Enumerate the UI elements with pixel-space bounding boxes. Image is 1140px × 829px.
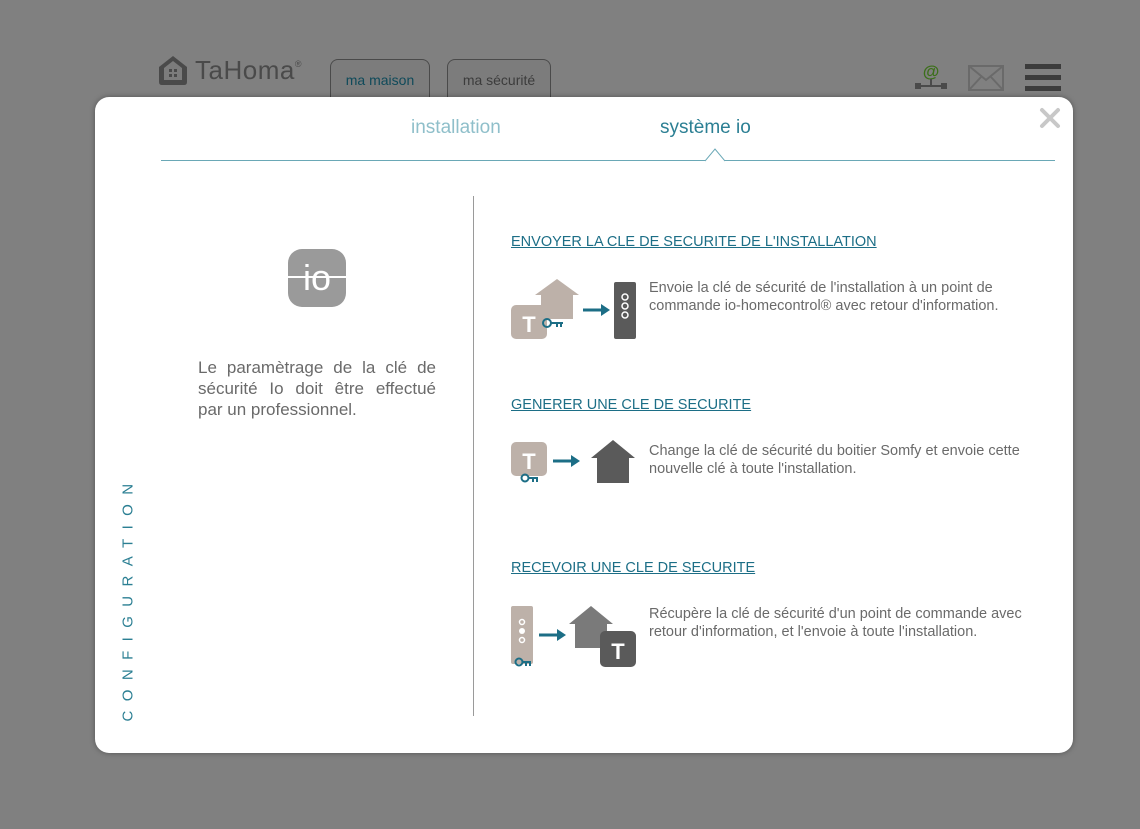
logo-text: TaHoma® [195,54,302,85]
send-key-link[interactable]: ENVOYER LA CLE DE SECURITE DE L'INSTALLA… [511,234,877,250]
receive-key-illustration-icon: T [511,606,636,667]
receive-key-description: Récupère la clé de sécurité d'un point d… [649,606,1022,640]
io-logo-icon: io [288,249,346,307]
at-network-icon[interactable]: @ [912,62,950,92]
send-key-illustration-icon: T [511,279,636,339]
tab-underline [161,160,1055,161]
left-info-text: Le paramètrage de la clé de sécurité Io … [198,358,436,419]
generate-key-illustration-icon: T [511,440,635,483]
tahoma-logo[interactable]: TaHoma® [157,54,302,86]
tab-ma-securite[interactable]: ma sécurité [447,59,551,99]
svg-text:T: T [522,312,536,337]
svg-text:io: io [303,257,331,298]
section-generate-key: GENERER UNE CLE DE SECURITE T Change la … [511,396,1051,483]
house-logo-icon [159,56,187,85]
svg-text:T: T [611,639,625,664]
send-key-description: Envoie la clé de sécurité de l'installat… [649,280,999,314]
section-send-key: ENVOYER LA CLE DE SECURITE DE L'INSTALLA… [511,233,1051,339]
tab-ma-maison[interactable]: ma maison [330,59,430,99]
side-label: CONFIGURATION [119,474,137,722]
svg-text:@: @ [923,62,940,81]
modal-tabs: installation système io [161,97,1055,162]
tab-systeme-io[interactable]: système io [660,117,751,139]
tab-installation[interactable]: installation [411,117,501,139]
receive-key-link[interactable]: RECEVOIR UNE CLE DE SECURITE [511,560,755,576]
svg-text:T: T [522,449,536,474]
configuration-modal: installation système io CONFIGURATION io… [95,97,1073,753]
section-receive-key: RECEVOIR UNE CLE DE SECURITE T Récupère … [511,559,1051,667]
generate-key-description: Change la clé de sécurité du boitier Som… [649,443,1020,477]
mail-icon[interactable] [968,65,1004,91]
menu-icon[interactable] [1024,63,1062,93]
generate-key-link[interactable]: GENERER UNE CLE DE SECURITE [511,397,751,413]
column-divider [473,196,474,716]
active-tab-pointer-icon [705,148,725,162]
